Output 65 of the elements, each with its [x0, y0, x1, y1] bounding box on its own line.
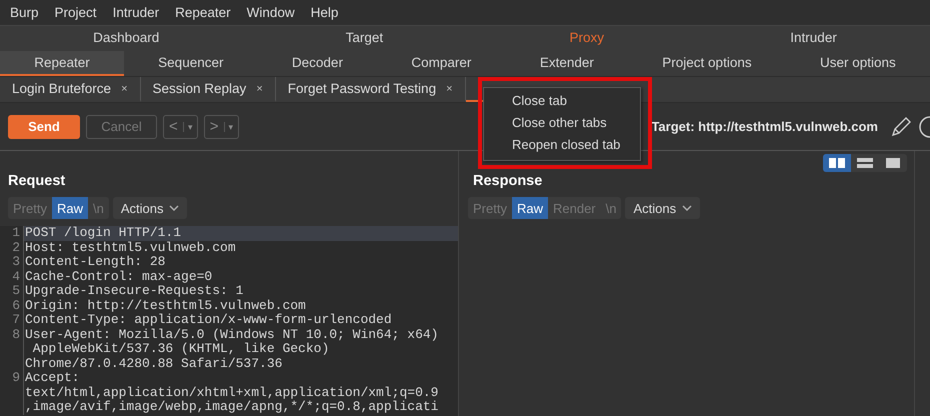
layout-toggle[interactable]	[823, 154, 852, 172]
code-line: Chrome/87.0.4280.88 Safari/537.36	[23, 356, 458, 371]
request-tab[interactable]: Forget Password Testing ×	[276, 77, 466, 102]
view-tab[interactable]: Raw	[512, 197, 548, 219]
menu-item[interactable]: Close tab	[484, 91, 640, 113]
tool-tab[interactable]: Target	[252, 26, 476, 51]
line-number: 2	[11, 240, 21, 255]
line-number: 7	[11, 313, 21, 328]
code-line: text/html,application/xhtml+xml,application/xml;q=0.9	[23, 386, 458, 400]
menu-item[interactable]: Repeater	[167, 5, 239, 20]
code-line: Host: testhtml5.vulnweb.com	[23, 240, 458, 255]
code-line: Content-Length: 28	[23, 255, 458, 270]
actions-button[interactable]: Actions	[112, 197, 188, 219]
code-line: Origin: http://testhtml5.vulnweb.com	[23, 298, 458, 313]
pane-title: Response	[473, 173, 542, 189]
menu-item[interactable]: Intruder	[104, 5, 168, 20]
line-number: 3	[11, 255, 21, 270]
line-number: 8	[11, 328, 21, 342]
tool-tab[interactable]: Project options	[628, 51, 786, 76]
request-tab[interactable]: Login Bruteforce ×	[0, 77, 140, 102]
tool-tab[interactable]: Proxy	[476, 26, 698, 51]
code-line: Cache-Control: max-age=0	[23, 270, 458, 284]
chevron-icon	[169, 205, 180, 211]
forward-button[interactable]: > ▾	[204, 114, 239, 138]
help-icon[interactable]	[918, 114, 930, 138]
request-tab[interactable]: Session Replay ×	[140, 77, 276, 102]
menu-item[interactable]: Help	[302, 5, 346, 20]
line-number: 6	[11, 298, 21, 313]
close-icon[interactable]: ×	[446, 82, 453, 94]
code-line: Upgrade-Insecure-Requests: 1	[23, 284, 458, 298]
code-line: Content-Type: application/x-www-form-urlencoded	[23, 313, 458, 328]
target-label: Target: http://testhtml5.vulnweb.com	[651, 119, 878, 134]
line-number: 1	[11, 226, 21, 240]
tool-tab[interactable]: Dashboard	[0, 26, 252, 51]
tool-tab[interactable]: Decoder	[258, 51, 378, 76]
tool-tab[interactable]: Repeater	[0, 51, 124, 76]
back-button[interactable]: < ▾	[163, 114, 198, 138]
line-number: 4	[11, 270, 21, 284]
tool-tab[interactable]: Sequencer	[124, 51, 258, 76]
code-line: User-Agent: Mozilla/5.0 (Windows NT 10.0; Win64; x64)	[23, 328, 458, 342]
menu-item[interactable]: Project	[46, 5, 105, 20]
code-editor[interactable]	[0, 226, 458, 416]
line-number: 5	[11, 284, 21, 298]
menu-item[interactable]: Window	[238, 5, 303, 20]
pencil-icon[interactable]	[890, 116, 912, 138]
chevron-icon	[682, 205, 692, 211]
single-pane-icon	[886, 158, 900, 168]
tool-tab[interactable]: User options	[786, 51, 930, 76]
line-number: 9	[11, 371, 21, 386]
menu-item[interactable]: Burp	[2, 5, 47, 20]
close-icon[interactable]: ×	[256, 82, 263, 94]
tool-tab[interactable]: Comparer	[377, 51, 506, 76]
menu-item[interactable]: Reopen closed tab	[484, 135, 640, 157]
actions-button[interactable]: Actions	[625, 197, 700, 219]
rows-icon	[857, 158, 874, 168]
columns-icon	[829, 158, 846, 168]
menu-item[interactable]: Close other tabs	[484, 113, 640, 135]
code-line: ,image/avif,image/webp,image/apng,*/*;q=0.8,applicati	[23, 400, 458, 414]
tool-tab[interactable]: Extender	[506, 51, 628, 76]
tool-tab[interactable]: Intruder	[697, 26, 930, 51]
code-line: Accept:	[23, 371, 458, 386]
close-icon[interactable]: ×	[121, 82, 128, 94]
view-tab[interactable]: Raw	[52, 197, 88, 219]
pane-title: Request	[8, 173, 66, 189]
code-line: AppleWebKit/537.36 (KHTML, like Gecko)	[23, 342, 458, 356]
